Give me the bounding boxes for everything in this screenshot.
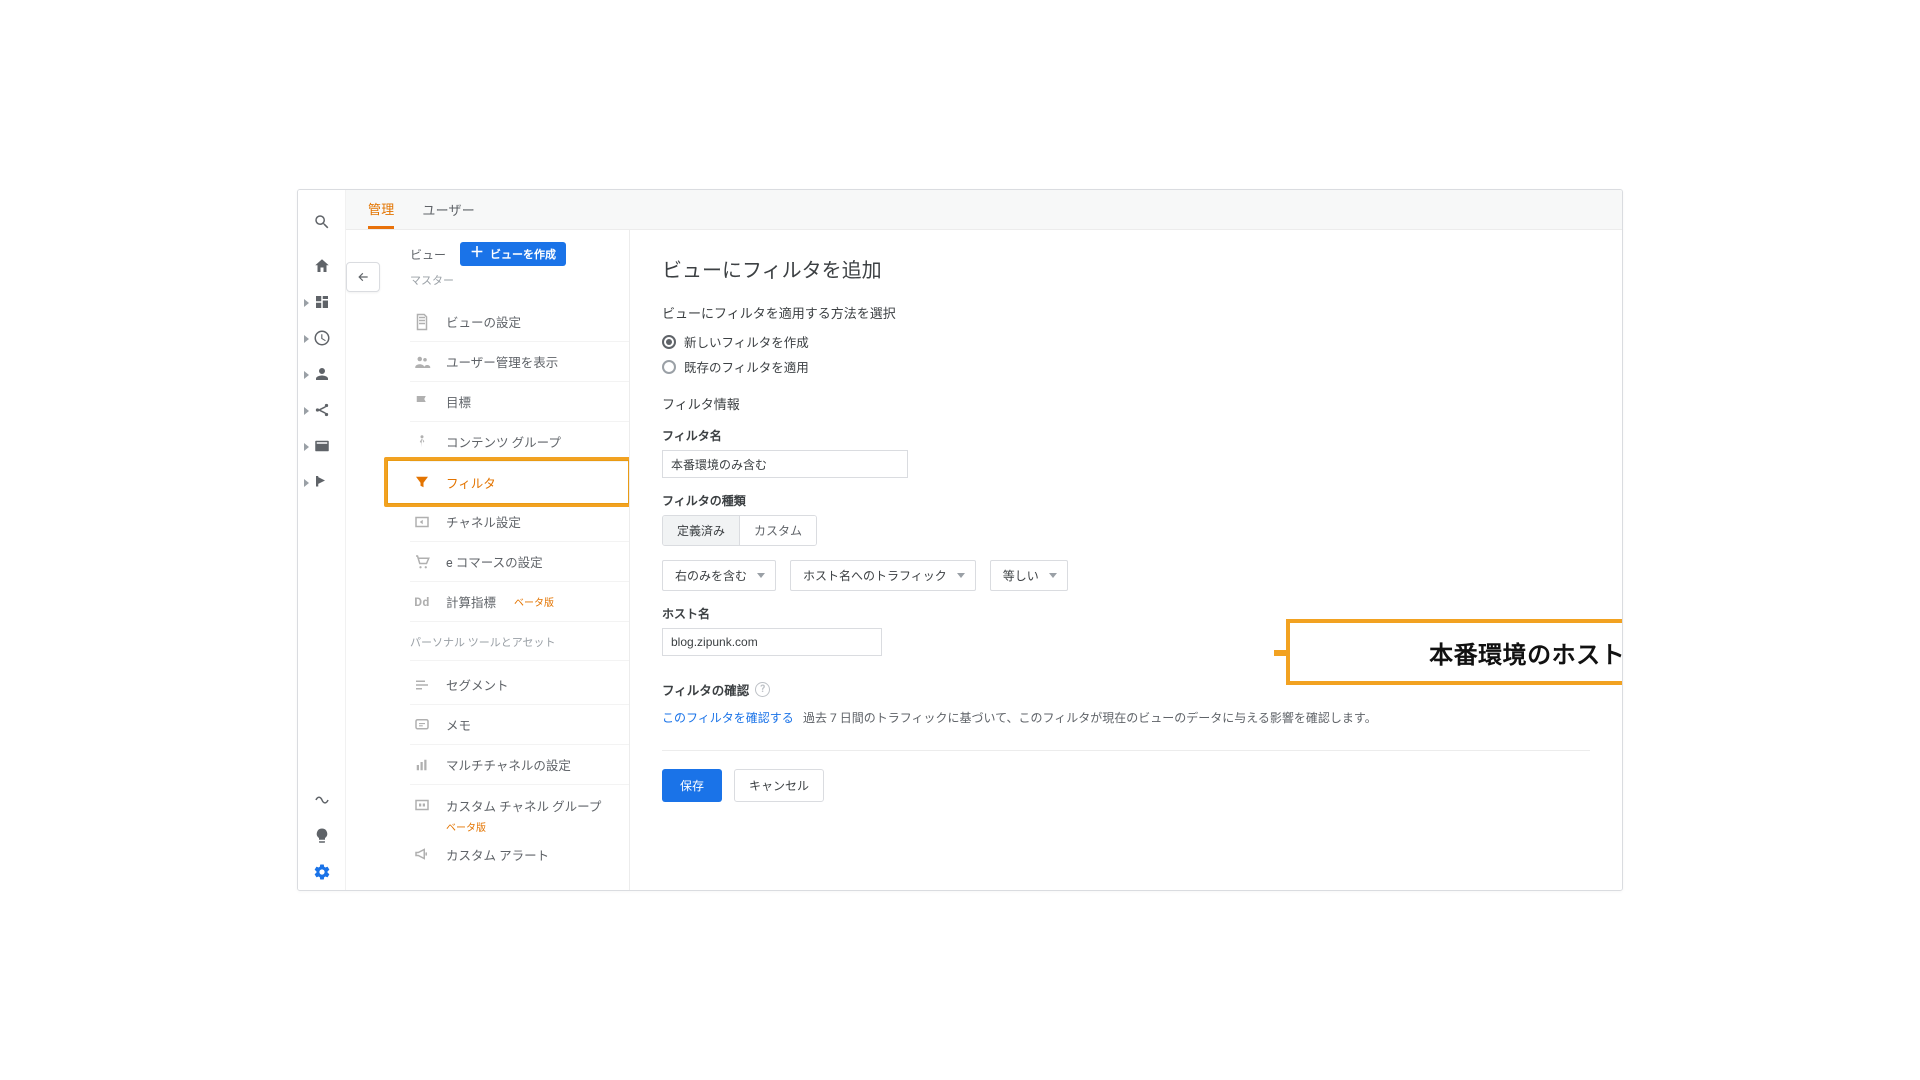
plus-icon: ＋ xyxy=(470,246,484,260)
nav-segments[interactable]: セグメント xyxy=(410,665,629,705)
caret-down-icon xyxy=(957,573,965,578)
audience-icon[interactable] xyxy=(298,356,346,392)
nav-label: メモ xyxy=(446,715,471,734)
tab-admin[interactable]: 管理 xyxy=(368,190,394,229)
person-walk-icon xyxy=(412,432,432,452)
segment-icon xyxy=(412,675,432,695)
attribution-icon[interactable] xyxy=(298,782,346,818)
nav-channel-settings[interactable]: チャネル設定 xyxy=(410,502,629,542)
nav-label: カスタム チャネル グループ xyxy=(446,796,601,815)
radio-label: 新しいフィルタを作成 xyxy=(684,332,809,351)
caret-down-icon xyxy=(757,573,765,578)
dropdown-label: 等しい xyxy=(1003,567,1039,584)
back-button[interactable] xyxy=(346,262,380,292)
beta-badge: ベータ版 xyxy=(514,594,554,609)
search-icon[interactable] xyxy=(298,204,346,240)
radio-icon-checked xyxy=(662,335,676,349)
nav-label: 目標 xyxy=(446,392,471,411)
method-label: ビューにフィルタを適用する方法を選択 xyxy=(662,303,1590,322)
nav-ecommerce-settings[interactable]: e コマースの設定 xyxy=(410,542,629,582)
content-panel: ビューにフィルタを追加 ビューにフィルタを適用する方法を選択 新しいフィルタを作… xyxy=(630,230,1622,890)
nav-multichannel-settings[interactable]: マルチチャネルの設定 xyxy=(410,745,629,785)
document-icon xyxy=(412,312,432,332)
create-view-button[interactable]: ＋ ビューを作成 xyxy=(460,242,566,266)
nav-annotations[interactable]: メモ xyxy=(410,705,629,745)
verify-link[interactable]: このフィルタを確認する xyxy=(662,711,794,725)
cart-icon xyxy=(412,552,432,572)
nav-label: カスタム アラート xyxy=(446,845,549,864)
nav-label: マルチチャネルの設定 xyxy=(446,755,571,774)
create-view-label: ビューを作成 xyxy=(490,246,556,262)
radio-icon xyxy=(662,360,676,374)
note-icon xyxy=(412,715,432,735)
hostname-input[interactable] xyxy=(662,628,882,656)
master-label: マスター xyxy=(410,272,629,288)
beta-sub: ベータ版 xyxy=(446,819,629,834)
nav-label: e コマースの設定 xyxy=(446,552,543,571)
app-frame: 管理 ユーザー ビュー ＋ ビューを作成 マスター ビューの設定 ユーザー管理を表… xyxy=(297,189,1623,891)
view-label: ビュー xyxy=(410,246,446,263)
channel-icon xyxy=(412,512,432,532)
nav-label: セグメント xyxy=(446,675,509,694)
flag-icon xyxy=(412,392,432,412)
home-icon[interactable] xyxy=(298,248,346,284)
people-icon xyxy=(412,352,432,372)
dropdown-include[interactable]: 右のみを含む xyxy=(662,560,776,591)
radio-new-filter[interactable]: 新しいフィルタを作成 xyxy=(662,332,1590,351)
help-icon[interactable]: ? xyxy=(755,682,770,697)
nav-user-management[interactable]: ユーザー管理を表示 xyxy=(410,342,629,382)
filter-name-input[interactable] xyxy=(662,450,908,478)
filter-icon xyxy=(412,472,432,492)
nav-label: コンテンツ グループ xyxy=(446,432,561,451)
side-nav: ビュー ＋ ビューを作成 マスター ビューの設定 ユーザー管理を表示 目標 コンテ… xyxy=(382,230,630,890)
customization-icon[interactable] xyxy=(298,284,346,320)
channel-group-icon xyxy=(412,795,432,815)
page-title: ビューにフィルタを追加 xyxy=(662,254,1590,283)
realtime-icon[interactable] xyxy=(298,320,346,356)
nav-calculated-metrics[interactable]: Dd 計算指標 ベータ版 xyxy=(410,582,629,622)
save-button[interactable]: 保存 xyxy=(662,769,722,802)
acquisition-icon[interactable] xyxy=(298,392,346,428)
filter-type-tabs: 定義済み カスタム xyxy=(662,515,817,546)
radio-existing-filter[interactable]: 既存のフィルタを適用 xyxy=(662,357,1590,376)
nav-label: ユーザー管理を表示 xyxy=(446,352,558,371)
dropdown-label: 右のみを含む xyxy=(675,567,747,584)
body-area: ビュー ＋ ビューを作成 マスター ビューの設定 ユーザー管理を表示 目標 コンテ… xyxy=(346,230,1622,890)
discover-icon[interactable] xyxy=(298,818,346,854)
filter-type-label: フィルタの種類 xyxy=(662,492,1590,509)
dropdown-equals[interactable]: 等しい xyxy=(990,560,1068,591)
conversions-icon[interactable] xyxy=(298,464,346,500)
radio-label: 既存のフィルタを適用 xyxy=(684,357,809,376)
divider xyxy=(662,750,1590,751)
main-column: 管理 ユーザー ビュー ＋ ビューを作成 マスター ビューの設定 ユーザー管理を表… xyxy=(346,190,1622,890)
filter-info-label: フィルタ情報 xyxy=(662,394,1590,413)
nav-label: ビューの設定 xyxy=(446,312,521,331)
bars-icon xyxy=(412,755,432,775)
admin-icon[interactable] xyxy=(298,854,346,890)
personal-tools-header: パーソナル ツールとアセット xyxy=(410,634,629,661)
annotation-callout: 本番環境のホスト名(ドメイン)を記入 xyxy=(1286,619,1622,685)
nav-label: 計算指標 xyxy=(446,592,496,611)
nav-content-groups[interactable]: コンテンツ グループ xyxy=(410,422,629,462)
type-predefined[interactable]: 定義済み xyxy=(663,516,739,545)
behavior-icon[interactable] xyxy=(298,428,346,464)
nav-custom-alerts[interactable]: カスタム アラート xyxy=(410,834,629,874)
admin-tabs: 管理 ユーザー xyxy=(346,190,1622,230)
cancel-button[interactable]: キャンセル xyxy=(734,769,824,802)
nav-view-settings[interactable]: ビューの設定 xyxy=(410,302,629,342)
nav-label: チャネル設定 xyxy=(446,512,521,531)
filter-name-label: フィルタ名 xyxy=(662,427,1590,444)
dropdown-traffic-hostname[interactable]: ホスト名へのトラフィック xyxy=(790,560,976,591)
dd-icon: Dd xyxy=(412,592,432,612)
caret-down-icon xyxy=(1049,573,1057,578)
megaphone-icon xyxy=(412,844,432,864)
nav-goals[interactable]: 目標 xyxy=(410,382,629,422)
nav-label: フィルタ xyxy=(446,473,496,492)
nav-filters[interactable]: フィルタ xyxy=(410,462,629,502)
icon-rail xyxy=(298,190,346,890)
tab-users[interactable]: ユーザー xyxy=(422,190,475,229)
verify-text: 過去 7 日間のトラフィックに基づいて、このフィルタが現在のビューのデータに与え… xyxy=(803,711,1377,725)
type-custom[interactable]: カスタム xyxy=(739,516,816,545)
dropdown-label: ホスト名へのトラフィック xyxy=(803,567,947,584)
